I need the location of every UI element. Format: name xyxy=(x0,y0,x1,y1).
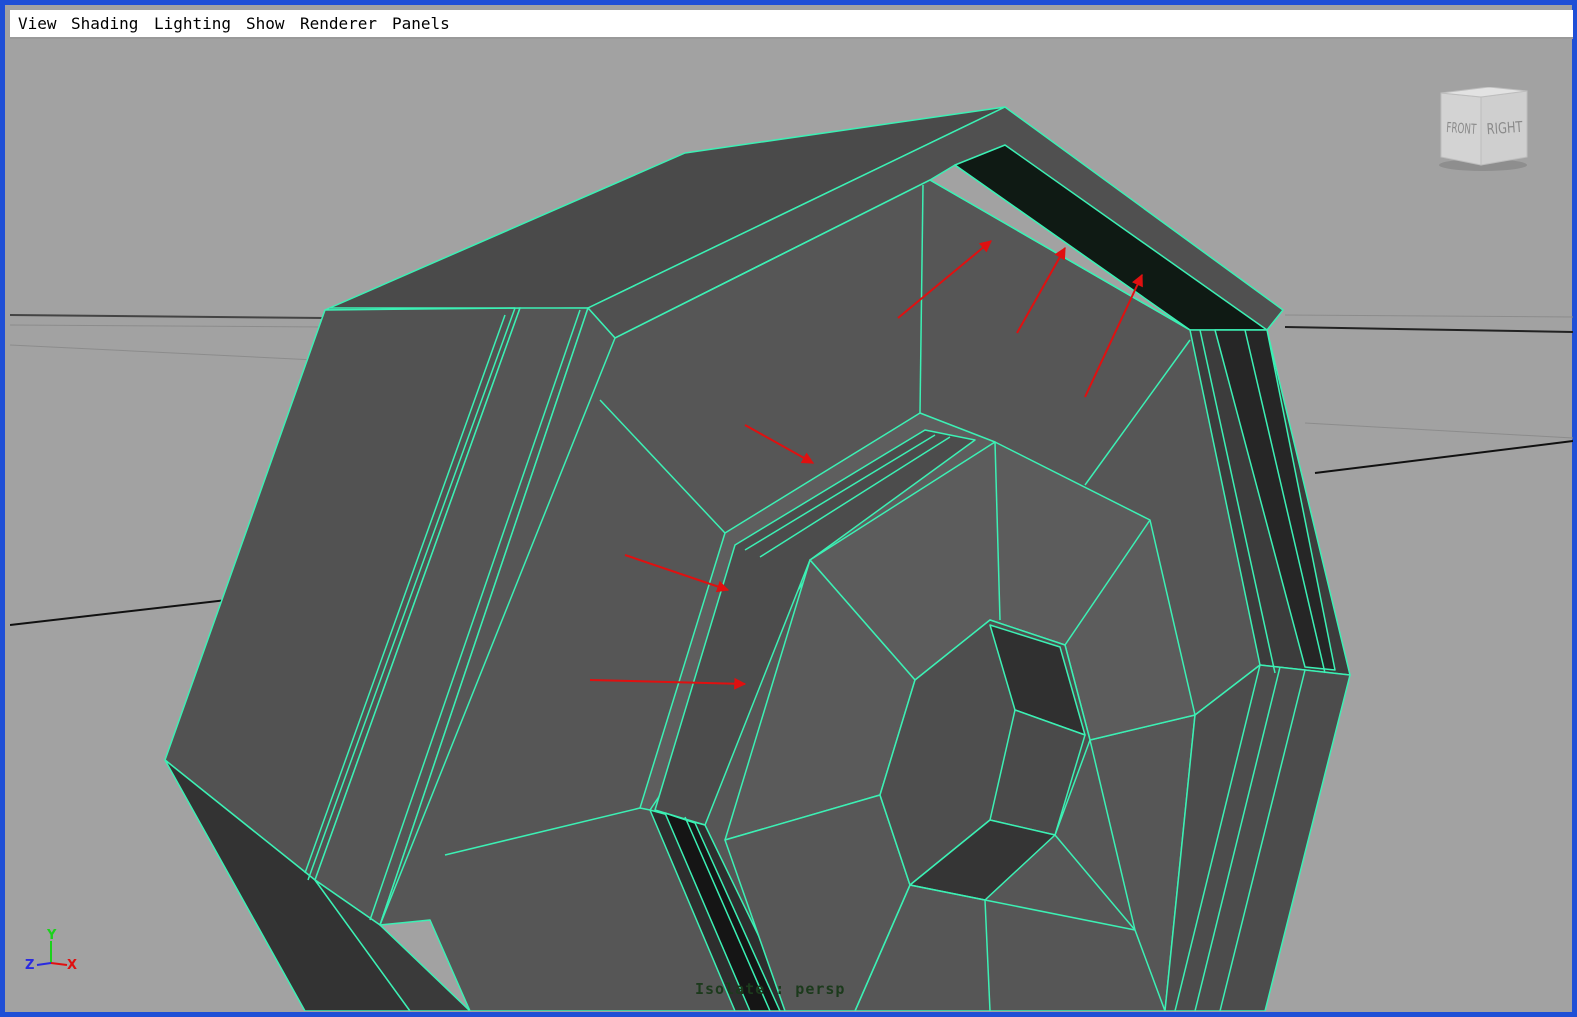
axis-y-label: Y xyxy=(46,928,57,943)
octagon-mesh xyxy=(164,106,1351,1011)
axis-z-label: Z xyxy=(25,958,34,973)
maya-viewport-window: View Shading Lighting Show Renderer Pane… xyxy=(0,0,1577,1017)
menu-show[interactable]: Show xyxy=(246,14,285,33)
mesh-scene xyxy=(10,106,1573,1011)
camera-label: Isolate : persp xyxy=(695,980,846,998)
viewcube-front-label: FRONT xyxy=(1446,120,1477,138)
menu-shading[interactable]: Shading xyxy=(71,14,138,33)
panel-menubar: View Shading Lighting Show Renderer Pane… xyxy=(10,10,1573,39)
menu-renderer[interactable]: Renderer xyxy=(300,14,377,33)
menu-lighting[interactable]: Lighting xyxy=(154,14,231,33)
menu-panels[interactable]: Panels xyxy=(392,14,450,33)
perspective-viewport[interactable]: FRONT RIGHT Y Z X Isolate : persp xyxy=(10,41,1573,1011)
axis-gizmo: Y Z X xyxy=(23,927,79,979)
viewcube-right-label: RIGHT xyxy=(1486,118,1524,139)
viewcube-widget[interactable]: FRONT RIGHT xyxy=(1433,87,1531,173)
menu-view[interactable]: View xyxy=(18,14,57,33)
axis-x-label: X xyxy=(67,958,77,973)
